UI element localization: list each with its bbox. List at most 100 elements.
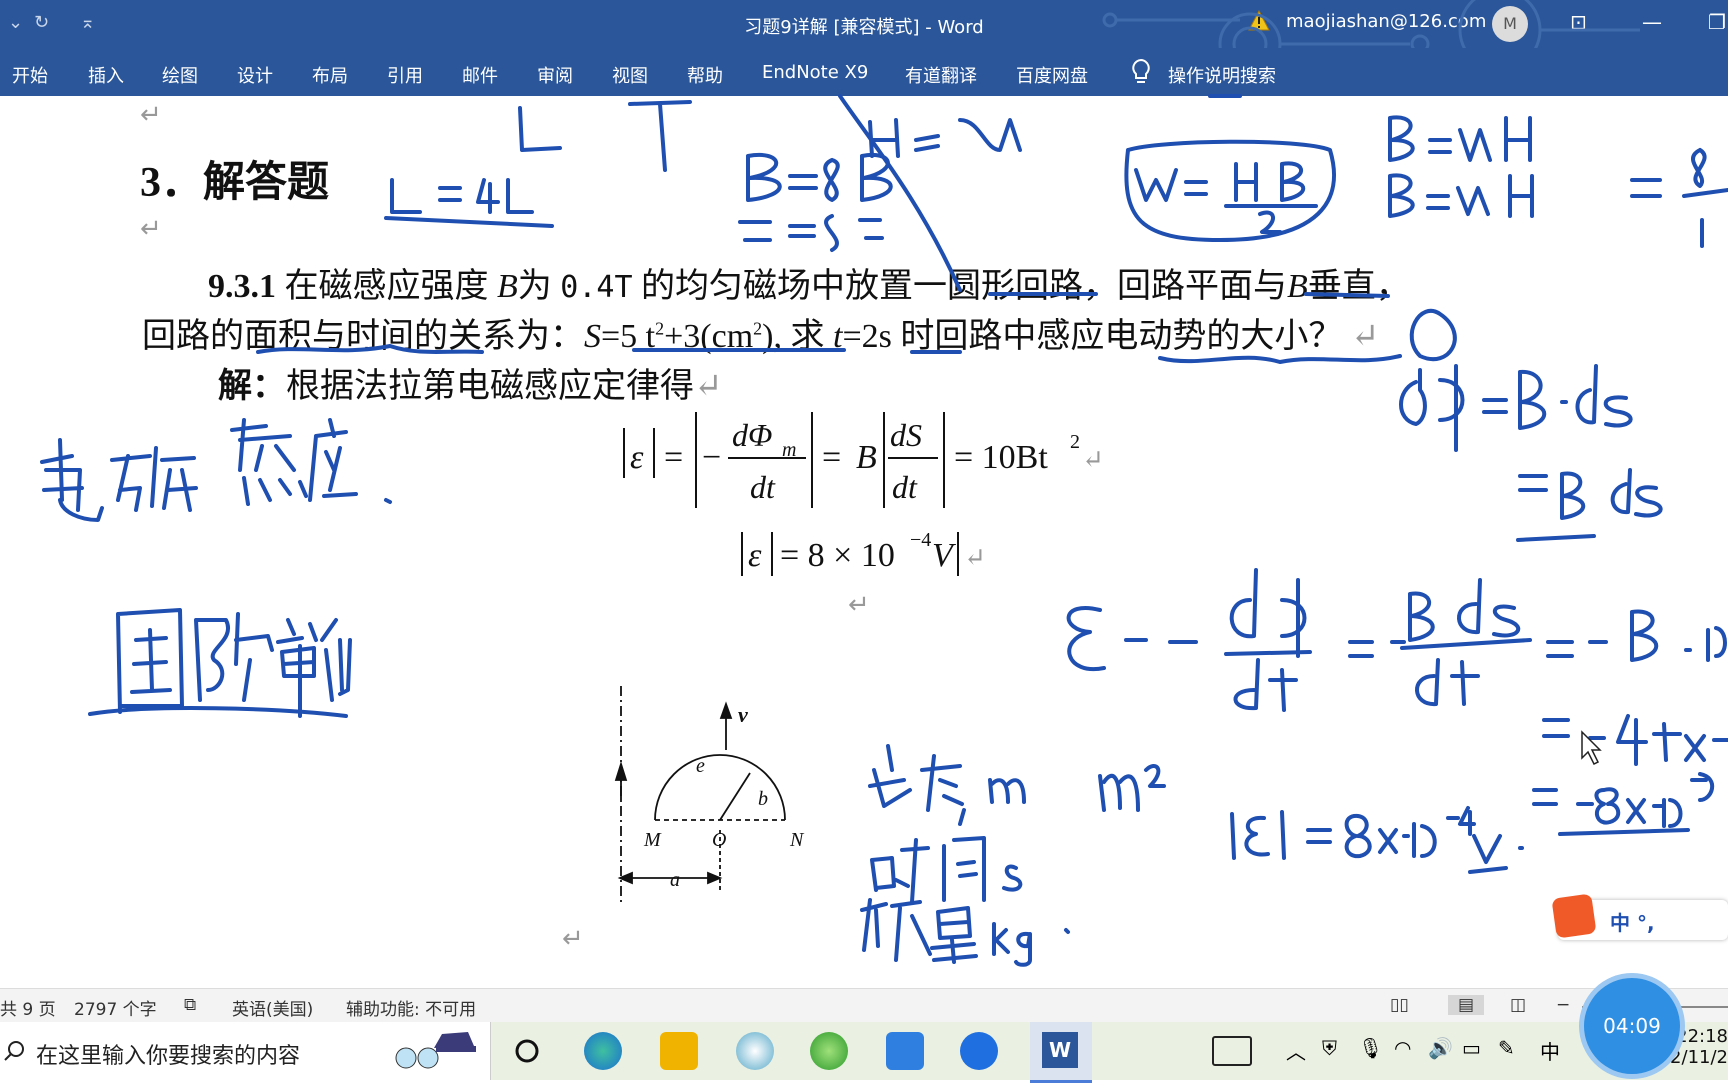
search-highlight-icon bbox=[395, 1032, 476, 1069]
symbol-B: B bbox=[1287, 268, 1308, 305]
tab-youdao[interactable]: 有道翻译 bbox=[905, 62, 977, 88]
problem-text: 的均匀磁场中放置一圆形回路，回路平面与 bbox=[641, 268, 1288, 305]
problem-text: 回路的面积与时间的关系为： bbox=[142, 318, 584, 355]
epsilon-symbol: ε bbox=[748, 537, 762, 574]
tell-me-search[interactable]: 操作说明搜索 bbox=[1168, 62, 1276, 88]
lightning-app-icon[interactable] bbox=[960, 1032, 998, 1070]
area-formula: +3(cm bbox=[664, 318, 754, 355]
tab-layout[interactable]: 布局 bbox=[312, 62, 348, 88]
minimize-button[interactable]: — bbox=[1642, 10, 1662, 34]
microphone-icon[interactable]: 🎙 bbox=[1358, 1036, 1383, 1060]
solution-line: 解：根据法拉第电磁感应定律得↵ bbox=[218, 358, 723, 407]
search-icon bbox=[4, 1041, 24, 1061]
problem-text: 垂直， bbox=[1307, 268, 1410, 305]
problem-line-2: 回路的面积与时间的关系为：S=5 t2+3(cm2), 求 t=2s 时回路中感… bbox=[142, 308, 1379, 357]
language-indicator[interactable]: 英语(美国) bbox=[232, 995, 313, 1020]
sogou-logo-icon bbox=[1551, 893, 1597, 939]
news-icon[interactable] bbox=[1212, 1036, 1252, 1066]
semicircle-figure: v e b M O N a bbox=[614, 686, 805, 905]
pen-icon[interactable]: ✎ bbox=[1498, 1036, 1515, 1060]
paragraph-mark-icon: ↵ bbox=[848, 590, 870, 620]
status-bar: 共 9 页 2797 个字 ⧉ 英语(美国) 辅助功能: 不可用 ▯▯ ▤ ◫ … bbox=[0, 988, 1728, 1023]
problem-number: 9.3.1 bbox=[208, 268, 276, 305]
print-layout-icon[interactable]: ▤ bbox=[1448, 995, 1485, 1015]
ime-indicator[interactable]: 中 bbox=[1540, 1036, 1560, 1065]
exponent: −4 bbox=[910, 529, 931, 551]
lightbulb-icon bbox=[1132, 58, 1150, 83]
problem-line-1: 9.3.1 在磁感应强度 B 为 0.4T 的均匀磁场中放置一圆形回路，回路平面与… bbox=[208, 258, 1410, 307]
unit-V: V bbox=[932, 537, 957, 574]
symbol-B: B bbox=[856, 439, 877, 476]
edge-icon[interactable] bbox=[584, 1032, 622, 1070]
tab-view[interactable]: 视图 bbox=[612, 62, 648, 88]
word-icon: W bbox=[1042, 1032, 1078, 1068]
problem-text: 为 bbox=[517, 268, 552, 305]
problem-text: 时回路中感应电动势的大小？ bbox=[900, 318, 1343, 355]
tab-draw[interactable]: 绘图 bbox=[162, 62, 198, 88]
problem-text: , 求 bbox=[773, 318, 825, 355]
label-b: b bbox=[758, 788, 768, 810]
browser-icon[interactable] bbox=[810, 1032, 848, 1070]
paragraph-mark-icon: ↵ bbox=[562, 924, 584, 954]
dt-denominator: dt bbox=[750, 469, 776, 505]
search-placeholder: 在这里输入你要搜索的内容 bbox=[36, 1044, 301, 1069]
battery-icon[interactable]: ▭ bbox=[1462, 1036, 1481, 1060]
app-icon[interactable] bbox=[736, 1032, 774, 1070]
proofing-icon[interactable]: ⧉ bbox=[184, 995, 196, 1015]
ime-mode[interactable]: 中 °, bbox=[1610, 907, 1655, 936]
wifi-icon[interactable]: ◠ bbox=[1394, 1036, 1411, 1060]
exponent: 2 bbox=[753, 318, 763, 339]
paragraph-mark-icon: ↵ bbox=[1082, 445, 1104, 474]
exponent: 2 bbox=[1070, 431, 1080, 453]
chevron-up-icon[interactable]: ︿ bbox=[1286, 1036, 1306, 1065]
accessibility-status[interactable]: 辅助功能: 不可用 bbox=[346, 995, 476, 1020]
exponent: 2 bbox=[655, 318, 665, 339]
tab-baidu[interactable]: 百度网盘 bbox=[1016, 62, 1088, 88]
word-taskbar-button[interactable]: W bbox=[1030, 1022, 1092, 1083]
area-formula: ) bbox=[762, 318, 774, 355]
feishu-icon[interactable] bbox=[886, 1032, 924, 1070]
problem-text: 在磁感应强度 bbox=[284, 268, 489, 305]
read-mode-icon[interactable]: ▯▯ bbox=[1390, 995, 1409, 1015]
tab-home[interactable]: 开始 bbox=[12, 62, 48, 88]
label-v: v bbox=[738, 702, 748, 727]
word-count[interactable]: 2797 个字 bbox=[74, 995, 157, 1020]
section-heading: 3．解答题 bbox=[140, 160, 330, 206]
solution-text: 根据法拉第电磁感应定律得 bbox=[286, 368, 694, 405]
tab-mailings[interactable]: 邮件 bbox=[462, 62, 498, 88]
defender-icon[interactable]: ⛨ bbox=[1322, 1036, 1337, 1060]
field-value: 0.4T bbox=[560, 270, 633, 305]
ime-toolbar[interactable]: 中 °, bbox=[1551, 893, 1728, 940]
tab-insert[interactable]: 插入 bbox=[88, 62, 124, 88]
volume-icon[interactable]: 🔊 bbox=[1428, 1036, 1453, 1060]
web-layout-icon[interactable]: ◫ bbox=[1510, 995, 1526, 1015]
zoom-out-button[interactable]: − bbox=[1556, 995, 1570, 1015]
label-M: M bbox=[643, 829, 662, 851]
taskbar-search[interactable]: 在这里输入你要搜索的内容 bbox=[0, 1022, 491, 1080]
dt-denominator: dt bbox=[892, 469, 918, 505]
tab-design[interactable]: 设计 bbox=[237, 62, 273, 88]
paragraph-mark-icon: ↵ bbox=[140, 214, 162, 244]
tab-endnote[interactable]: EndNote X9 bbox=[762, 62, 868, 83]
formula-result: = 8 × 10 bbox=[780, 537, 895, 574]
solution-label: 解： bbox=[218, 368, 286, 405]
dphi-numerator: dΦ bbox=[732, 417, 772, 453]
restore-button[interactable]: ❐ bbox=[1708, 10, 1726, 34]
recording-timer[interactable]: 04:09 bbox=[1584, 978, 1680, 1074]
label-O: O bbox=[712, 829, 726, 851]
paragraph-mark-icon: ↵ bbox=[1350, 318, 1380, 355]
epsilon-symbol: ε bbox=[630, 439, 644, 476]
tab-references[interactable]: 引用 bbox=[387, 62, 423, 88]
file-explorer-icon[interactable] bbox=[660, 1032, 698, 1070]
symbol-S: S bbox=[584, 318, 601, 355]
label-a: a bbox=[670, 869, 680, 891]
ribbon-tabs: 开始 插入 绘图 设计 布局 引用 邮件 审阅 视图 帮助 EndNote X9… bbox=[0, 48, 1728, 96]
label-e: e bbox=[696, 755, 705, 777]
minus-sign: − bbox=[702, 439, 721, 476]
taskbar: 在这里输入你要搜索的内容 W ︿ ⛨ 🎙 ◠ 🔊 ▭ ✎ 中 22:18 202… bbox=[0, 1022, 1728, 1083]
task-view-icon[interactable] bbox=[514, 1038, 540, 1064]
tab-review[interactable]: 审阅 bbox=[537, 62, 573, 88]
tab-help[interactable]: 帮助 bbox=[687, 62, 723, 88]
time-value: =2s bbox=[842, 318, 892, 355]
page-count[interactable]: 共 9 页 bbox=[0, 995, 56, 1020]
